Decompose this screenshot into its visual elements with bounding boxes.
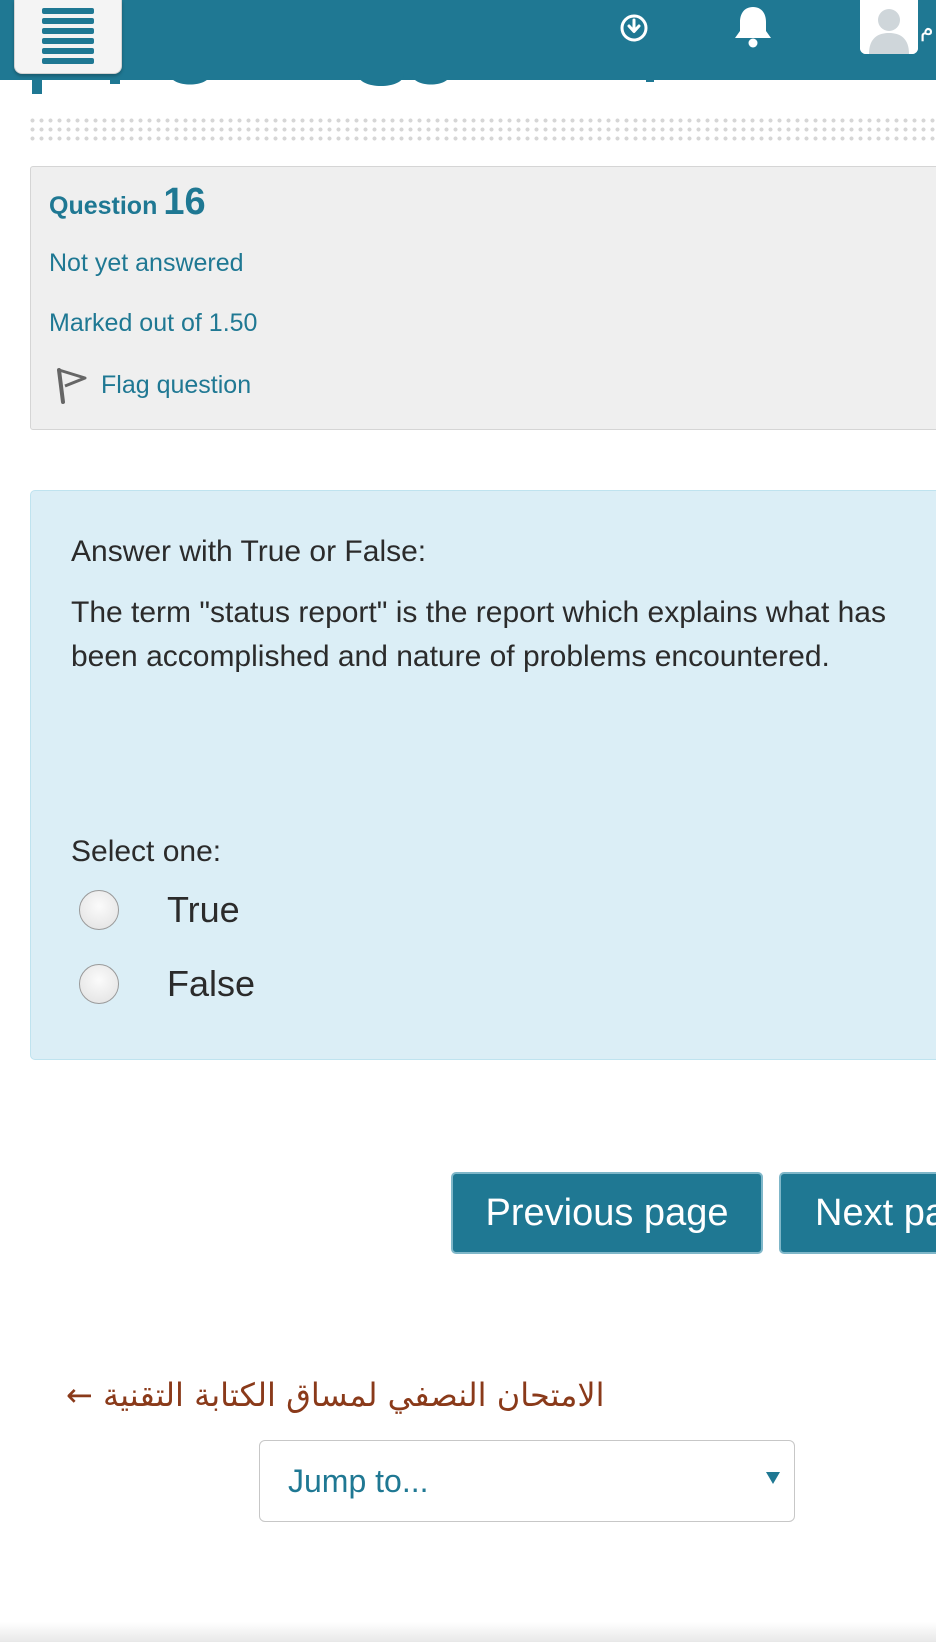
select-one-prompt: Select one: <box>71 835 222 868</box>
hamburger-icon <box>42 8 94 68</box>
previous-page-button[interactable]: Previous page <box>451 1172 763 1254</box>
option-label-true[interactable]: True <box>167 889 240 931</box>
page-heading-fragment <box>20 74 700 96</box>
answer-option-false[interactable]: False <box>79 961 255 1007</box>
top-navbar: م <box>0 0 936 80</box>
flag-question-link[interactable]: Flag question <box>51 363 251 407</box>
question-text: The term "status report" is the report w… <box>71 596 886 673</box>
radio-false[interactable] <box>79 964 119 1004</box>
question-status: Not yet answered <box>49 249 244 277</box>
bottom-edge <box>0 1622 936 1642</box>
user-name-fragment[interactable]: م <box>920 16 936 42</box>
question-number-line: Question 16 <box>49 181 206 224</box>
question-number: 16 <box>163 181 206 223</box>
flag-question-label[interactable]: Flag question <box>101 371 251 400</box>
question-content-box: Answer with True or False: The term "sta… <box>30 490 936 1060</box>
question-info-box: Question 16 Not yet answered Marked out o… <box>30 166 936 430</box>
question-instruction: Answer with True or False: <box>71 535 427 568</box>
dotted-separator <box>28 116 936 144</box>
answer-option-true[interactable]: True <box>79 887 240 933</box>
bell-icon[interactable] <box>728 0 778 52</box>
radio-true[interactable] <box>79 890 119 930</box>
caret-down-icon <box>766 1472 780 1484</box>
jump-to-label: Jump to... <box>288 1463 429 1499</box>
download-circle-icon[interactable] <box>614 8 654 48</box>
flag-icon <box>57 368 87 404</box>
user-avatar-icon[interactable] <box>860 0 918 54</box>
jump-to-select[interactable]: Jump to... <box>259 1440 795 1522</box>
option-label-false[interactable]: False <box>167 963 255 1005</box>
next-page-button[interactable]: Next page <box>779 1172 936 1254</box>
return-to-course-link[interactable]: ← الامتحان النصفي لمساق الكتابة التقنية <box>66 1376 636 1414</box>
question-label: Question <box>49 192 158 220</box>
question-marks: Marked out of 1.50 <box>49 309 258 337</box>
menu-toggle-button[interactable] <box>14 0 122 74</box>
